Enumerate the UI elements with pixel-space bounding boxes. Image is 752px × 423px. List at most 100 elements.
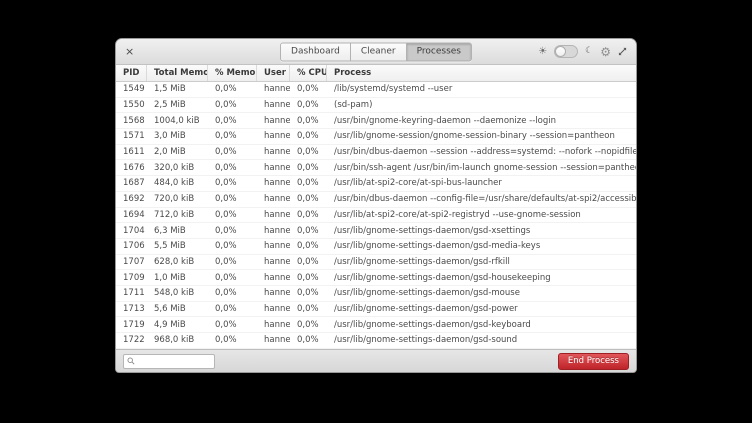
- cell: /usr/bin/gnome-keyring-daemon --daemoniz…: [327, 116, 636, 126]
- cell: hannes: [257, 335, 290, 345]
- search-box[interactable]: [123, 354, 215, 369]
- table-row[interactable]: 17046,3 MiB0,0%hannes0,0%/usr/lib/gnome-…: [116, 223, 636, 239]
- table-row[interactable]: 17091,0 MiB0,0%hannes0,0%/usr/lib/gnome-…: [116, 270, 636, 286]
- cell: /usr/lib/gnome-settings-daemon/gsd-rfkil…: [327, 257, 636, 267]
- cell: /usr/bin/ssh-agent /usr/bin/im-launch gn…: [327, 163, 636, 173]
- table-row[interactable]: 1687484,0 kiB0,0%hannes0,0%/usr/lib/at-s…: [116, 176, 636, 192]
- cell: /usr/lib/at-spi2-core/at-spi-bus-launche…: [327, 178, 636, 188]
- cell: 2,5 MiB: [147, 100, 208, 110]
- table-row[interactable]: 15713,0 MiB0,0%hannes0,0%/usr/lib/gnome-…: [116, 129, 636, 145]
- column-header[interactable]: User: [257, 65, 290, 81]
- cell: 0,0%: [208, 226, 257, 236]
- cell: /lib/systemd/systemd --user: [327, 84, 636, 94]
- cell: 1719: [116, 320, 147, 330]
- cell: 0,0%: [208, 100, 257, 110]
- cell: 5,5 MiB: [147, 241, 208, 251]
- end-process-button[interactable]: End Process: [558, 353, 629, 370]
- cell: /usr/lib/gnome-settings-daemon/gsd-mouse: [327, 288, 636, 298]
- table-row[interactable]: 17135,6 MiB0,0%hannes0,0%/usr/lib/gnome-…: [116, 302, 636, 318]
- table-row[interactable]: 1692720,0 kiB0,0%hannes0,0%/usr/bin/dbus…: [116, 192, 636, 208]
- cell: /usr/lib/gnome-session/gnome-session-bin…: [327, 131, 636, 141]
- cell: 0,0%: [208, 241, 257, 251]
- close-icon[interactable]: ×: [125, 46, 134, 57]
- cell: hannes: [257, 131, 290, 141]
- fullscreen-icon[interactable]: [618, 47, 627, 56]
- cell: 1722: [116, 335, 147, 345]
- cell: 0,0%: [290, 163, 327, 173]
- table-row[interactable]: 1711548,0 kiB0,0%hannes0,0%/usr/lib/gnom…: [116, 286, 636, 302]
- cell: hannes: [257, 320, 290, 330]
- cell: 1707: [116, 257, 147, 267]
- tab-cleaner[interactable]: Cleaner: [351, 43, 407, 60]
- cell: 4,9 MiB: [147, 320, 208, 330]
- column-header[interactable]: % CPU: [290, 65, 327, 81]
- cell: (sd-pam): [327, 100, 636, 110]
- search-input[interactable]: [138, 357, 214, 366]
- sun-icon: ☀: [538, 47, 547, 57]
- table-row[interactable]: 16112,0 MiB0,0%hannes0,0%/usr/bin/dbus-d…: [116, 145, 636, 161]
- titlebar: × DashboardCleanerProcesses ☀ ☾ ⚙: [116, 39, 636, 65]
- cell: hannes: [257, 226, 290, 236]
- cell: /usr/lib/gnome-settings-daemon/gsd-xsett…: [327, 226, 636, 236]
- cell: hannes: [257, 194, 290, 204]
- cell: 0,0%: [208, 320, 257, 330]
- column-header[interactable]: PID: [116, 65, 147, 81]
- cell: hannes: [257, 210, 290, 220]
- cell: 720,0 kiB: [147, 194, 208, 204]
- cell: 1,0 MiB: [147, 273, 208, 283]
- column-header[interactable]: % Memory: [208, 65, 257, 81]
- table-row[interactable]: 1676320,0 kiB0,0%hannes0,0%/usr/bin/ssh-…: [116, 160, 636, 176]
- table-row[interactable]: 15491,5 MiB0,0%hannes0,0%/lib/systemd/sy…: [116, 82, 636, 98]
- cell: 0,0%: [290, 288, 327, 298]
- cell: 0,0%: [290, 335, 327, 345]
- view-switcher: DashboardCleanerProcesses: [280, 42, 472, 61]
- table-row[interactable]: 1694712,0 kiB0,0%hannes0,0%/usr/lib/at-s…: [116, 208, 636, 224]
- cell: 0,0%: [208, 84, 257, 94]
- cell: 0,0%: [290, 147, 327, 157]
- cell: 0,0%: [290, 210, 327, 220]
- footer-bar: End Process: [116, 349, 636, 372]
- cell: 0,0%: [208, 273, 257, 283]
- tab-processes[interactable]: Processes: [407, 43, 471, 60]
- cell: 0,0%: [290, 241, 327, 251]
- cell: 2,0 MiB: [147, 147, 208, 157]
- cell: /usr/lib/gnome-settings-daemon/gsd-sound: [327, 335, 636, 345]
- theme-toggle-switch[interactable]: [554, 45, 578, 58]
- table-row[interactable]: 1722968,0 kiB0,0%hannes0,0%/usr/lib/gnom…: [116, 333, 636, 349]
- table-row[interactable]: 17194,9 MiB0,0%hannes0,0%/usr/lib/gnome-…: [116, 317, 636, 333]
- cell: hannes: [257, 147, 290, 157]
- cell: 1568: [116, 116, 147, 126]
- cell: /usr/lib/gnome-settings-daemon/gsd-house…: [327, 273, 636, 283]
- cell: /usr/lib/gnome-settings-daemon/gsd-media…: [327, 241, 636, 251]
- search-icon: [127, 357, 135, 365]
- cell: 0,0%: [208, 116, 257, 126]
- titlebar-actions: ☀ ☾ ⚙: [538, 39, 627, 64]
- cell: 548,0 kiB: [147, 288, 208, 298]
- cell: 0,0%: [208, 131, 257, 141]
- moon-icon: ☾: [585, 47, 593, 56]
- table-row[interactable]: 1707628,0 kiB0,0%hannes0,0%/usr/lib/gnom…: [116, 255, 636, 271]
- cell: 1713: [116, 304, 147, 314]
- cell: 1704: [116, 226, 147, 236]
- cell: hannes: [257, 178, 290, 188]
- cell: 0,0%: [290, 320, 327, 330]
- cell: 1,5 MiB: [147, 84, 208, 94]
- cell: 0,0%: [290, 194, 327, 204]
- table-row[interactable]: 17065,5 MiB0,0%hannes0,0%/usr/lib/gnome-…: [116, 239, 636, 255]
- cell: 1706: [116, 241, 147, 251]
- cell: 0,0%: [290, 178, 327, 188]
- cell: 320,0 kiB: [147, 163, 208, 173]
- cell: hannes: [257, 304, 290, 314]
- tab-dashboard[interactable]: Dashboard: [281, 43, 351, 60]
- cell: 968,0 kiB: [147, 335, 208, 345]
- column-header[interactable]: Process: [327, 65, 636, 81]
- table-row[interactable]: 15502,5 MiB0,0%hannes0,0%(sd-pam): [116, 98, 636, 114]
- column-header[interactable]: Total Memory: [147, 65, 208, 81]
- gear-icon[interactable]: ⚙: [600, 46, 611, 58]
- cell: 1611: [116, 147, 147, 157]
- cell: 0,0%: [290, 131, 327, 141]
- cell: 1709: [116, 273, 147, 283]
- cell: 1692: [116, 194, 147, 204]
- cell: /usr/bin/dbus-daemon --config-file=/usr/…: [327, 194, 636, 204]
- table-row[interactable]: 15681004,0 kiB0,0%hannes0,0%/usr/bin/gno…: [116, 113, 636, 129]
